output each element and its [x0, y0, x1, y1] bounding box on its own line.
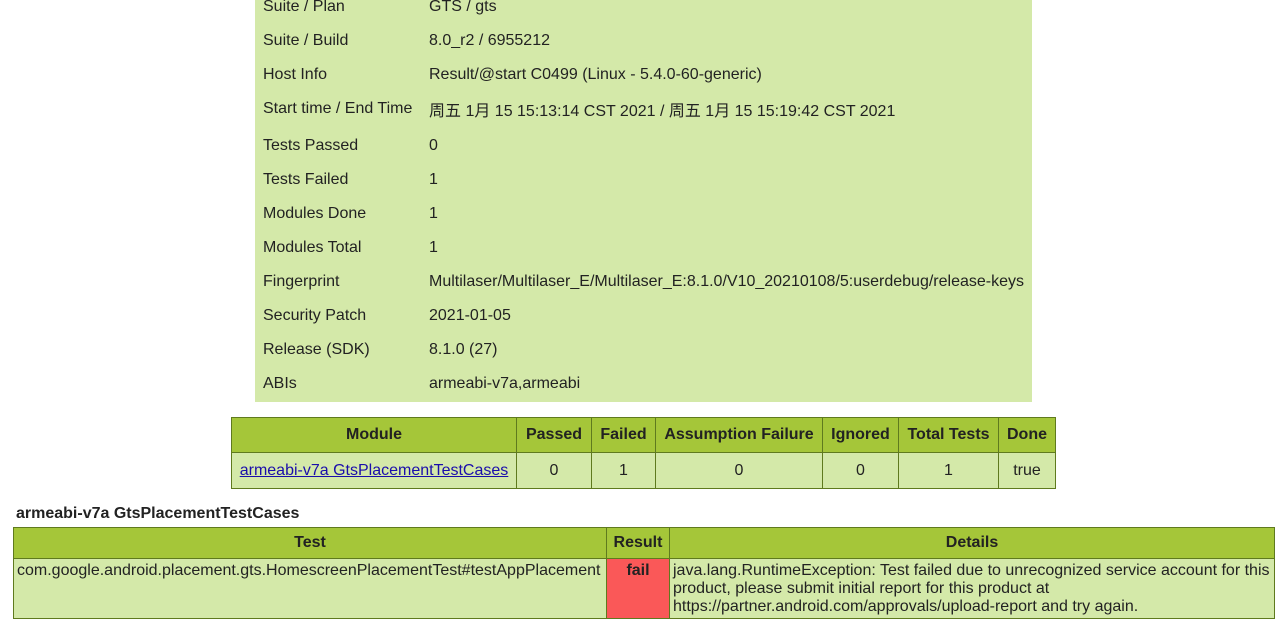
summary-value: GTS / gts — [429, 0, 497, 15]
summary-value: 1 — [429, 205, 438, 222]
summary-label: Fingerprint — [263, 273, 340, 290]
done-cell: true — [998, 452, 1056, 489]
test-name-cell: com.google.android.placement.gts.Homescr… — [13, 558, 607, 619]
summary-label: Start time / End Time — [263, 100, 413, 117]
module-link[interactable]: armeabi-v7a GtsPlacementTestCases — [240, 462, 509, 479]
ignored-cell: 0 — [822, 452, 899, 489]
summary-value: 1 — [429, 239, 438, 256]
result-cell: fail — [606, 558, 670, 619]
total-tests-cell: 1 — [898, 452, 999, 489]
summary-value: 2021-01-05 — [429, 307, 511, 324]
column-header-done: Done — [998, 417, 1056, 453]
summary-label: Host Info — [263, 66, 328, 83]
summary-value: Result/@start C0499 (Linux - 5.4.0-60-ge… — [429, 66, 762, 83]
column-header-test: Test — [13, 527, 607, 559]
table-row: com.google.android.placement.gts.Homescr… — [13, 558, 1275, 619]
summary-label: Suite / Plan — [263, 0, 345, 15]
summary-value: 周五 1月 15 15:13:14 CST 2021 / 周五 1月 15 15… — [429, 103, 896, 120]
column-header-details: Details — [669, 527, 1275, 559]
failed-cell: 1 — [591, 452, 656, 489]
module-cell: armeabi-v7a GtsPlacementTestCases — [231, 452, 517, 489]
column-header-assumption-failure: Assumption Failure — [655, 417, 823, 453]
details-cell: java.lang.RuntimeException: Test failed … — [669, 558, 1275, 619]
modules-table-header-row: Module Passed Failed Assumption Failure … — [231, 417, 1056, 453]
summary-panel: Suite / Plan GTS / gts Suite / Build 8.0… — [255, 0, 1032, 402]
column-header-failed: Failed — [591, 417, 656, 453]
summary-value: Multilaser/Multilaser_E/Multilaser_E:8.1… — [429, 273, 1024, 290]
summary-value: 1 — [429, 171, 438, 188]
summary-label: Suite / Build — [263, 32, 349, 49]
modules-table: Module Passed Failed Assumption Failure … — [231, 417, 1056, 489]
table-row: armeabi-v7a GtsPlacementTestCases 0 1 0 … — [231, 452, 1056, 489]
summary-label: Tests Failed — [263, 171, 349, 188]
summary-label: Release (SDK) — [263, 341, 370, 358]
column-header-passed: Passed — [516, 417, 592, 453]
column-header-result: Result — [606, 527, 670, 559]
summary-value: armeabi-v7a,armeabi — [429, 375, 581, 392]
summary-value: 8.1.0 (27) — [429, 341, 498, 358]
summary-label: ABIs — [263, 375, 297, 392]
summary-label: Security Patch — [263, 307, 367, 324]
column-header-module: Module — [231, 417, 517, 453]
column-header-ignored: Ignored — [822, 417, 899, 453]
column-header-total-tests: Total Tests — [898, 417, 999, 453]
summary-value: 8.0_r2 / 6955212 — [429, 32, 550, 49]
summary-label: Modules Done — [263, 205, 367, 222]
summary-label: Tests Passed — [263, 137, 359, 154]
module-section-title: armeabi-v7a GtsPlacementTestCases — [16, 505, 300, 522]
assumption-failure-cell: 0 — [655, 452, 823, 489]
summary-label: Modules Total — [263, 239, 362, 256]
test-results-table: Test Result Details com.google.android.p… — [13, 527, 1275, 619]
passed-cell: 0 — [516, 452, 592, 489]
test-results-header-row: Test Result Details — [13, 527, 1275, 559]
summary-value: 0 — [429, 137, 438, 154]
